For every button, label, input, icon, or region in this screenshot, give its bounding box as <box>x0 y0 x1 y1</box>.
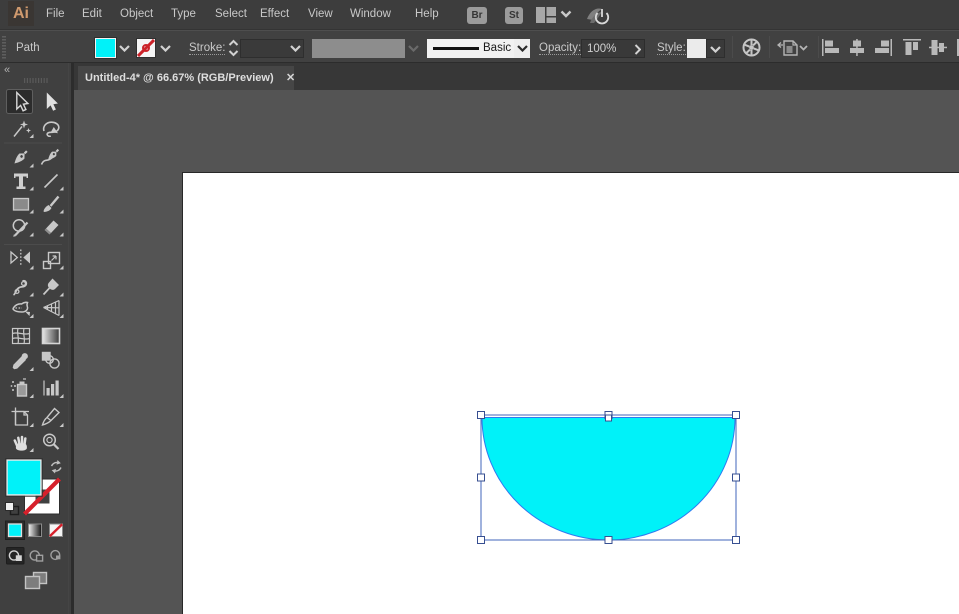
svg-text:«: « <box>4 64 10 76</box>
